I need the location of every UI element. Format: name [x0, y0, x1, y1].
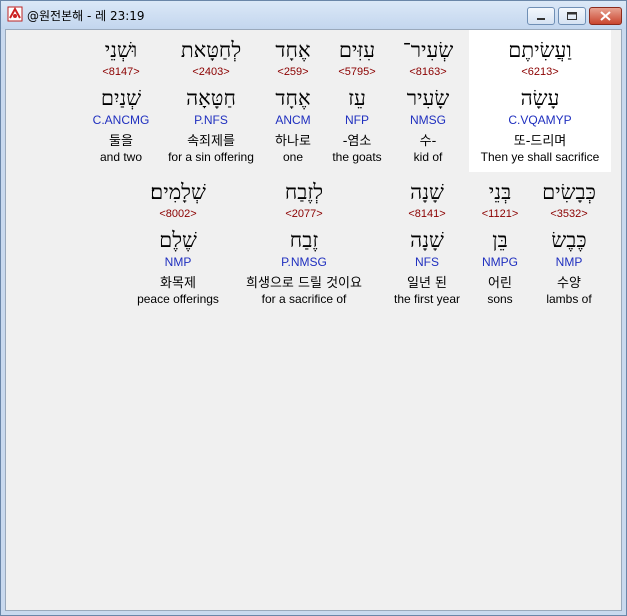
word-cell[interactable]: בְּנֵי <1121> בֵּן NMPG 어린 sons: [470, 172, 530, 314]
strong-number[interactable]: <8163>: [393, 66, 463, 78]
korean-gloss: 둘을: [109, 134, 133, 149]
korean-gloss: 또-드리며: [513, 134, 567, 149]
word-cell[interactable]: שָׁנָה <8141> שָׁנָה NFS 일년 된 the first …: [387, 172, 467, 314]
korean-gloss: 화목제: [160, 276, 196, 291]
word-cell[interactable]: כְּבָשִׂים <3532> כֶּבֶשׂ NMP 수양 lambs o…: [532, 172, 606, 314]
hebrew-root: זֶבַח: [289, 228, 319, 252]
strong-number[interactable]: <6213>: [469, 66, 611, 78]
hebrew-word: לְזֶבַח: [284, 180, 324, 204]
morphology-code: ANCM: [275, 113, 311, 127]
hebrew-word: שָׁנָה: [410, 180, 444, 204]
word-cell[interactable]: אֶחָד <259> אֶחָד ANCM 하나로 one: [258, 30, 328, 172]
strong-number[interactable]: <1121>: [470, 208, 530, 220]
maximize-icon: [567, 12, 577, 20]
korean-gloss: 수-: [419, 134, 437, 149]
hebrew-root: שְׁנַיִם: [100, 86, 142, 110]
morphology-code: NMPG: [482, 255, 518, 269]
morphology-code: C.VQAMYP: [508, 113, 572, 127]
korean-gloss: 하나로: [275, 134, 311, 149]
morphology-code: P.NMSG: [281, 255, 327, 269]
word-cell[interactable]: עִזִּים <5795> עֵז NFP -염소 the goats: [322, 30, 392, 172]
korean-gloss: 수양: [557, 276, 581, 291]
hebrew-word: כְּבָשִׂים: [542, 180, 596, 204]
word-cell[interactable]: וּשְׁנֵי <8147> שְׁנַיִם C.ANCMG 둘을 and …: [86, 30, 156, 172]
english-gloss: and two: [99, 150, 143, 164]
minimize-button[interactable]: [527, 7, 555, 25]
english-gloss: for a sacrifice of: [261, 292, 347, 306]
strong-number[interactable]: <259>: [258, 66, 328, 78]
morphology-code: NMP: [164, 255, 192, 269]
strong-number[interactable]: <2403>: [161, 66, 261, 78]
interlinear-view: וַעֲשִׂיתֶם <6213> עָשָׂה C.VQAMYP 또-드리며…: [5, 29, 622, 611]
english-gloss: sons: [487, 292, 513, 306]
word-cell[interactable]: וַעֲשִׂיתֶם <6213> עָשָׂה C.VQAMYP 또-드리며…: [469, 30, 611, 172]
hebrew-word: וּשְׁנֵי: [104, 38, 138, 62]
window-title: @원전본해 - 레 23:19: [27, 9, 145, 23]
strong-number[interactable]: <2077>: [229, 208, 379, 220]
korean-gloss: 희생으로 드릴 것이요: [246, 276, 362, 291]
strong-number[interactable]: <5795>: [322, 66, 392, 78]
korean-gloss: 속죄제를: [187, 134, 235, 149]
word-cell[interactable]: לְחַטָּאת <2403> חַטָּאָה P.NFS 속죄제를 for…: [161, 30, 261, 172]
english-gloss: one: [282, 150, 304, 164]
morphology-code: NFS: [415, 255, 439, 269]
english-gloss: the goats: [332, 150, 382, 164]
strong-number[interactable]: <3532>: [532, 208, 606, 220]
hebrew-word: שְׁלָמִים׃: [150, 180, 206, 204]
morphology-code: NMP: [555, 255, 583, 269]
hebrew-root: בֵּן: [492, 228, 508, 252]
korean-gloss: -염소: [342, 134, 372, 149]
english-gloss: peace offerings: [137, 292, 219, 306]
hebrew-root: עֵז: [348, 86, 366, 110]
hebrew-word: שְׂעִיר־: [402, 38, 454, 62]
hebrew-word: לְחַטָּאת: [180, 38, 242, 62]
morphology-code: NMSG: [410, 113, 446, 127]
morphology-code: NFP: [345, 113, 369, 127]
hebrew-root: אֶחָד: [275, 86, 311, 110]
hebrew-word: אֶחָד: [275, 38, 311, 62]
morphology-code: P.NFS: [194, 113, 228, 127]
hebrew-word: עִזִּים: [338, 38, 376, 62]
english-gloss: kid of: [413, 150, 443, 164]
maximize-button[interactable]: [558, 7, 586, 25]
title-bar[interactable]: @원전본해 - 레 23:19: [1, 1, 626, 29]
minimize-icon: [537, 18, 545, 20]
app-icon: [7, 6, 23, 22]
hebrew-root: שָׁנָה: [410, 228, 444, 252]
english-gloss: the first year: [393, 292, 461, 306]
app-window: @원전본해 - 레 23:19 וַעֲשִׂיתֶם <6213> עָשָׂ…: [0, 0, 627, 616]
morphology-code: C.ANCMG: [92, 113, 150, 127]
hebrew-root: שָׂעִיר: [406, 86, 450, 110]
english-gloss: Then ye shall sacrifice: [480, 150, 600, 164]
hebrew-root: עָשָׂה: [520, 86, 560, 110]
hebrew-word: וַעֲשִׂיתֶם: [508, 38, 572, 62]
strong-number[interactable]: <8141>: [387, 208, 467, 220]
strong-number[interactable]: <8147>: [86, 66, 156, 78]
hebrew-root: שֶׁלֶם: [159, 228, 197, 252]
word-cell[interactable]: שְׂעִיר־ <8163> שָׂעִיר NMSG 수- kid of: [393, 30, 463, 172]
english-gloss: for a sin offering: [168, 150, 254, 164]
korean-gloss: 일년 된: [406, 276, 447, 291]
close-icon: [600, 11, 611, 21]
hebrew-root: חַטָּאָה: [186, 86, 236, 110]
hebrew-word: בְּנֵי: [488, 180, 512, 204]
close-button[interactable]: [589, 7, 622, 25]
hebrew-root: כֶּבֶשׂ: [551, 228, 587, 252]
word-cell[interactable]: שְׁלָמִים׃ <8002> שֶׁלֶם NMP 화목제 peace o…: [128, 172, 228, 314]
strong-number[interactable]: <8002>: [128, 208, 228, 220]
word-cell[interactable]: לְזֶבַח <2077> זֶבַח P.NMSG 희생으로 드릴 것이요 …: [229, 172, 379, 314]
english-gloss: lambs of: [546, 292, 592, 306]
korean-gloss: 어린: [488, 276, 512, 291]
